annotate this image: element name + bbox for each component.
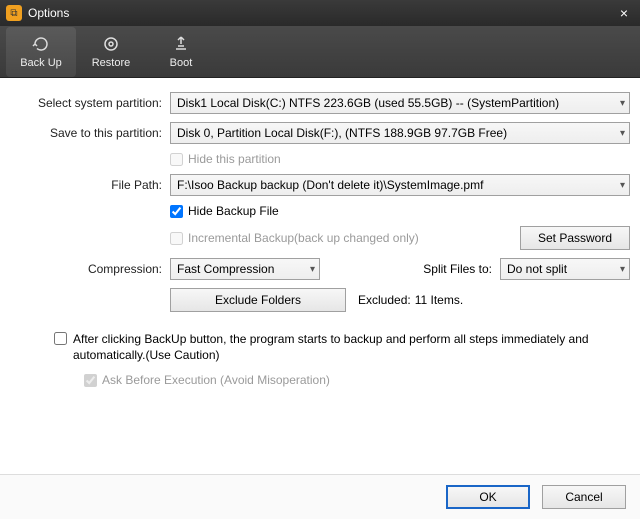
chevron-down-icon: ▾	[620, 264, 625, 275]
compression-value: Fast Compression	[177, 262, 274, 276]
restore-icon	[101, 34, 121, 54]
excluded-count: 11 Items.	[415, 293, 463, 307]
label-compression: Compression:	[10, 262, 170, 276]
incremental-input	[170, 232, 183, 245]
hide-backup-label: Hide Backup File	[188, 204, 279, 218]
split-value: Do not split	[507, 262, 567, 276]
system-partition-combo[interactable]: Disk1 Local Disk(C:) NTFS 223.6GB (used …	[170, 92, 630, 114]
split-combo[interactable]: Do not split ▾	[500, 258, 630, 280]
hide-partition-label: Hide this partition	[188, 152, 281, 166]
file-path-field[interactable]: F:\Isoo Backup backup (Don't delete it)\…	[170, 174, 630, 196]
close-icon[interactable]: ×	[614, 5, 634, 21]
tab-backup[interactable]: Back Up	[6, 27, 76, 77]
excluded-prefix: Excluded:	[358, 293, 411, 307]
toolbar: Back Up Restore Boot	[0, 26, 640, 78]
ask-before-input	[84, 374, 97, 387]
content-area: Select system partition: Disk1 Local Dis…	[0, 78, 640, 474]
app-icon: ⧉	[6, 5, 22, 21]
boot-icon	[171, 34, 191, 54]
auto-run-label: After clicking BackUp button, the progra…	[73, 332, 593, 363]
label-save-to: Save to this partition:	[10, 126, 170, 140]
file-path-value: F:\Isoo Backup backup (Don't delete it)\…	[177, 178, 483, 192]
tab-boot-label: Boot	[170, 57, 193, 69]
dest-partition-combo[interactable]: Disk 0, Partition Local Disk(F:), (NTFS …	[170, 122, 630, 144]
footer: OK Cancel	[0, 474, 640, 519]
cancel-button[interactable]: Cancel	[542, 485, 626, 509]
hide-backup-input[interactable]	[170, 205, 183, 218]
tab-restore-label: Restore	[92, 57, 131, 69]
chevron-down-icon: ▾	[620, 98, 625, 109]
dest-partition-value: Disk 0, Partition Local Disk(F:), (NTFS …	[177, 126, 507, 140]
incremental-label: Incremental Backup(back up changed only)	[188, 231, 419, 245]
label-split-files: Split Files to:	[423, 262, 492, 276]
chevron-down-icon: ▾	[620, 180, 625, 191]
hide-backup-checkbox[interactable]: Hide Backup File	[170, 204, 279, 218]
tab-restore[interactable]: Restore	[76, 27, 146, 77]
chevron-down-icon: ▾	[310, 264, 315, 275]
tab-boot[interactable]: Boot	[146, 27, 216, 77]
titlebar: ⧉ Options ×	[0, 0, 640, 26]
auto-run-input[interactable]	[54, 332, 67, 345]
ok-button[interactable]: OK	[446, 485, 530, 509]
ask-before-label: Ask Before Execution (Avoid Misoperation…	[102, 373, 330, 387]
set-password-button[interactable]: Set Password	[520, 226, 630, 250]
exclude-folders-button[interactable]: Exclude Folders	[170, 288, 346, 312]
hide-partition-checkbox: Hide this partition	[170, 152, 281, 166]
backup-icon	[31, 34, 51, 54]
window-title: Options	[28, 6, 614, 20]
chevron-down-icon: ▾	[620, 128, 625, 139]
system-partition-value: Disk1 Local Disk(C:) NTFS 223.6GB (used …	[177, 96, 559, 110]
tab-backup-label: Back Up	[20, 57, 62, 69]
compression-combo[interactable]: Fast Compression ▾	[170, 258, 320, 280]
label-select-partition: Select system partition:	[10, 96, 170, 110]
ask-before-checkbox: Ask Before Execution (Avoid Misoperation…	[84, 373, 630, 387]
hide-partition-input	[170, 153, 183, 166]
label-file-path: File Path:	[10, 178, 170, 192]
incremental-checkbox: Incremental Backup(back up changed only)	[170, 231, 520, 245]
